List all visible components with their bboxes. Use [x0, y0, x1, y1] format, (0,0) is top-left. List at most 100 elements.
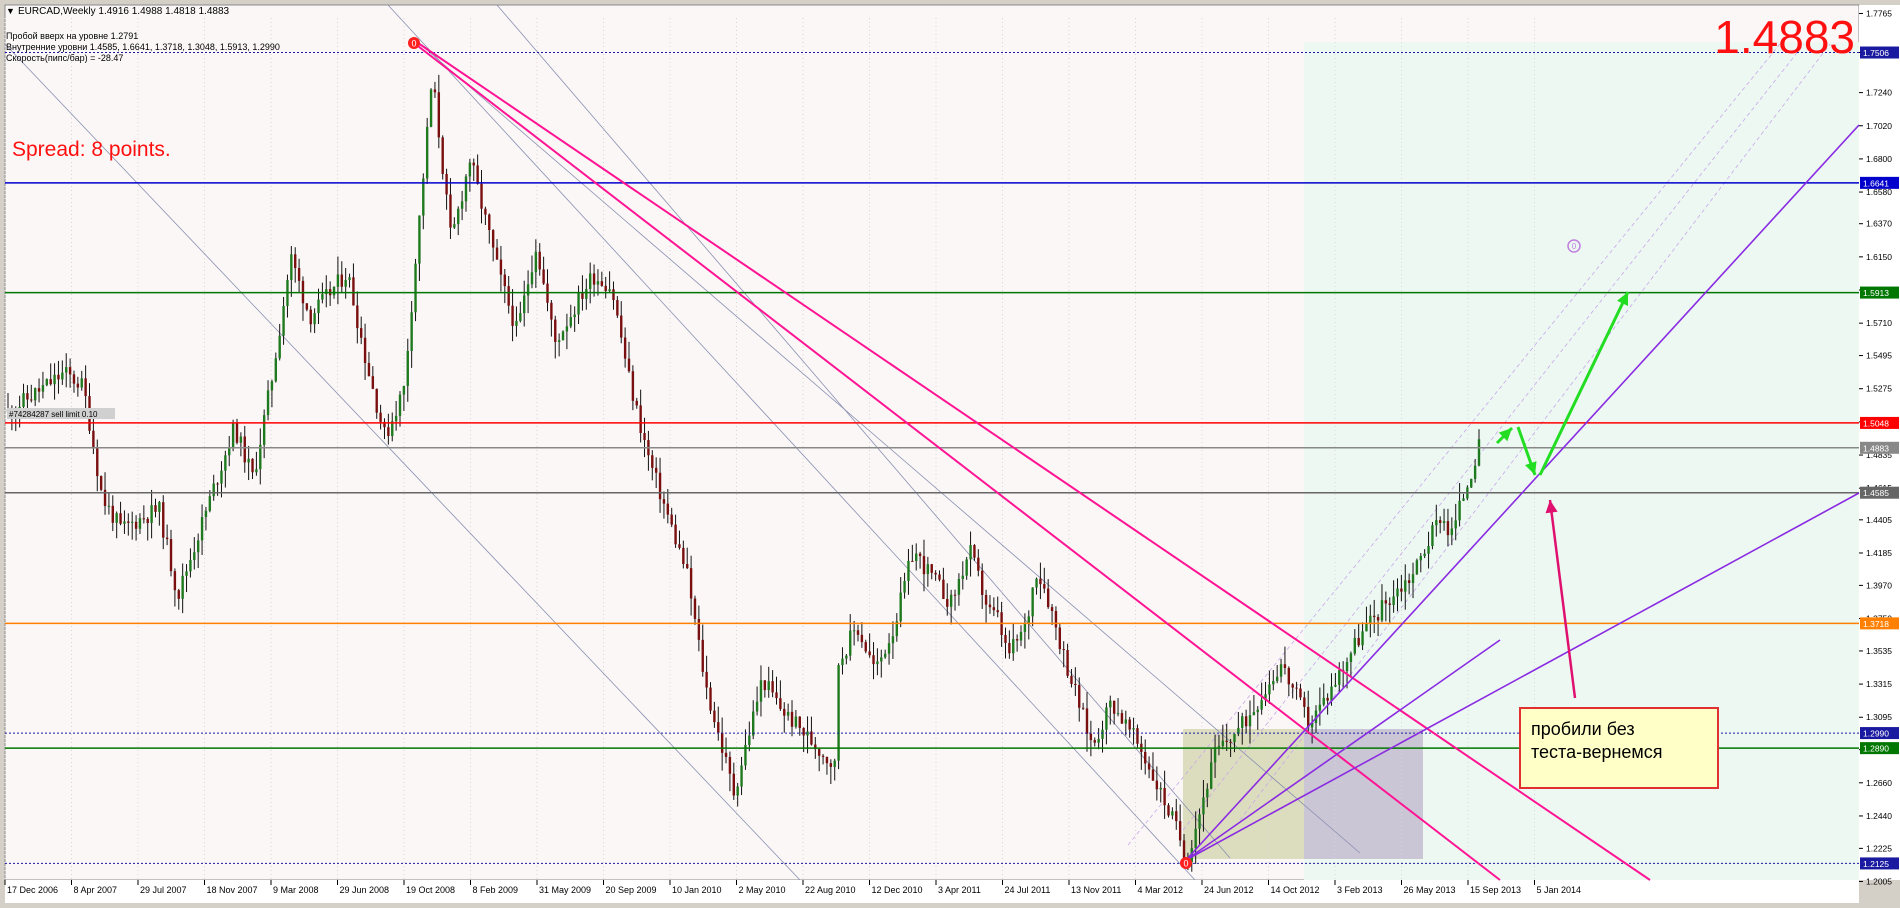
- candle-body: [779, 698, 782, 709]
- candle-body: [581, 292, 584, 299]
- candle-body: [173, 571, 177, 591]
- candle-body: [802, 728, 805, 736]
- y-tick-label: 1.3535: [1866, 646, 1892, 656]
- candle-body: [600, 281, 604, 286]
- candle-body: [876, 661, 879, 665]
- candle-body: [1435, 520, 1438, 526]
- candle-body: [732, 773, 735, 796]
- candle-body: [709, 687, 712, 711]
- candle-body: [523, 295, 526, 314]
- candle-body: [1373, 615, 1376, 618]
- candle-body: [1202, 797, 1205, 815]
- chart-svg[interactable]: 1.77651.75061.72401.70201.68001.65801.63…: [0, 0, 1900, 903]
- candle-body: [107, 505, 111, 507]
- candle-body: [499, 259, 503, 275]
- candle-body: [123, 521, 126, 524]
- candle-body: [53, 374, 56, 385]
- candle-body: [1093, 740, 1096, 743]
- candle-body: [1144, 751, 1147, 764]
- candle-body: [1407, 580, 1411, 584]
- candle-body: [1066, 650, 1069, 676]
- candle-body: [146, 518, 149, 524]
- candle-body: [1431, 525, 1434, 547]
- price-label: 1.2890: [1863, 744, 1889, 754]
- candle-body: [181, 575, 184, 599]
- candle-body: [1004, 635, 1007, 643]
- candle-body: [550, 302, 553, 320]
- candle-body: [1376, 617, 1380, 621]
- candle-body: [1054, 610, 1058, 628]
- svg-text:0: 0: [411, 39, 416, 49]
- candle-body: [282, 306, 285, 336]
- candle-body: [491, 230, 495, 248]
- candle-body: [449, 194, 452, 228]
- candle-body: [678, 544, 681, 548]
- candle-body: [1303, 697, 1306, 707]
- candle-body: [752, 711, 755, 736]
- candle-body: [949, 594, 953, 607]
- candle-body: [1241, 716, 1244, 728]
- info-line-2: Внутренние уровни 1.4585, 1.6641, 1.3718…: [6, 42, 280, 52]
- x-tick-label: 18 Nov 2007: [207, 885, 258, 895]
- candle-body: [1194, 828, 1197, 849]
- candle-body: [305, 303, 309, 310]
- candle-body: [639, 405, 642, 434]
- candle-body: [414, 263, 417, 313]
- candle-body: [604, 285, 607, 292]
- candle-body: [49, 379, 52, 385]
- info-line-1: Пробой вверх на уровне 1.2791: [6, 31, 138, 41]
- x-tick-label: 2 May 2010: [739, 885, 786, 895]
- candle-body: [1252, 712, 1256, 716]
- candle-body: [177, 590, 180, 599]
- candle-body: [1058, 627, 1062, 650]
- candle-body: [464, 176, 468, 202]
- candle-body: [422, 178, 425, 216]
- big-price-label: 1.4883: [1714, 11, 1855, 63]
- candle-body: [864, 642, 867, 652]
- candle-body: [468, 162, 472, 177]
- candle-body: [783, 708, 786, 716]
- y-tick-label: 1.7765: [1866, 8, 1892, 18]
- candle-body: [476, 165, 479, 184]
- candle-body: [1085, 708, 1089, 734]
- candle-body: [996, 610, 999, 613]
- candle-body: [534, 251, 538, 273]
- candle-body: [1182, 840, 1186, 860]
- candle-body: [849, 630, 852, 656]
- candle-body: [356, 305, 359, 329]
- candle-body: [790, 711, 794, 727]
- symbol-info: EURCAD,Weekly 1.4916 1.4988 1.4818 1.488…: [18, 6, 230, 17]
- x-tick-label: 3 Feb 2013: [1337, 885, 1383, 895]
- candle-body: [200, 517, 204, 541]
- candle-body: [577, 292, 580, 315]
- candle-body: [371, 376, 375, 389]
- x-tick-label: 13 Nov 2011: [1071, 885, 1121, 895]
- candle-body: [852, 630, 856, 632]
- fractal-marker-bottom: 0: [1180, 857, 1192, 869]
- candle-body: [344, 280, 347, 287]
- candle-body: [1043, 584, 1046, 589]
- order-label[interactable]: #74284287 sell limit 0.10: [9, 410, 98, 419]
- candle-body: [922, 556, 926, 575]
- candle-body: [1299, 688, 1302, 698]
- candle-body: [918, 553, 922, 557]
- y-tick-label: 1.6150: [1866, 252, 1892, 262]
- candle-body: [1105, 707, 1108, 730]
- triangle-down-icon[interactable]: ▼: [6, 6, 15, 16]
- candle-body: [425, 126, 429, 179]
- candle-body: [1163, 787, 1166, 806]
- candle-body: [1008, 642, 1011, 654]
- candle-body: [701, 639, 704, 672]
- candle-body: [1050, 607, 1054, 611]
- candle-body: [1081, 707, 1085, 709]
- candle-body: [189, 560, 192, 572]
- candle-body: [973, 545, 976, 558]
- chart-window[interactable]: 1.77651.75061.72401.70201.68001.65801.63…: [0, 0, 1900, 903]
- candle-body: [65, 367, 68, 373]
- candle-body: [686, 564, 689, 569]
- candle-body: [332, 286, 336, 296]
- candle-body: [115, 513, 118, 523]
- candle-body: [119, 513, 122, 524]
- candle-body: [111, 505, 114, 523]
- candle-body: [1023, 623, 1027, 632]
